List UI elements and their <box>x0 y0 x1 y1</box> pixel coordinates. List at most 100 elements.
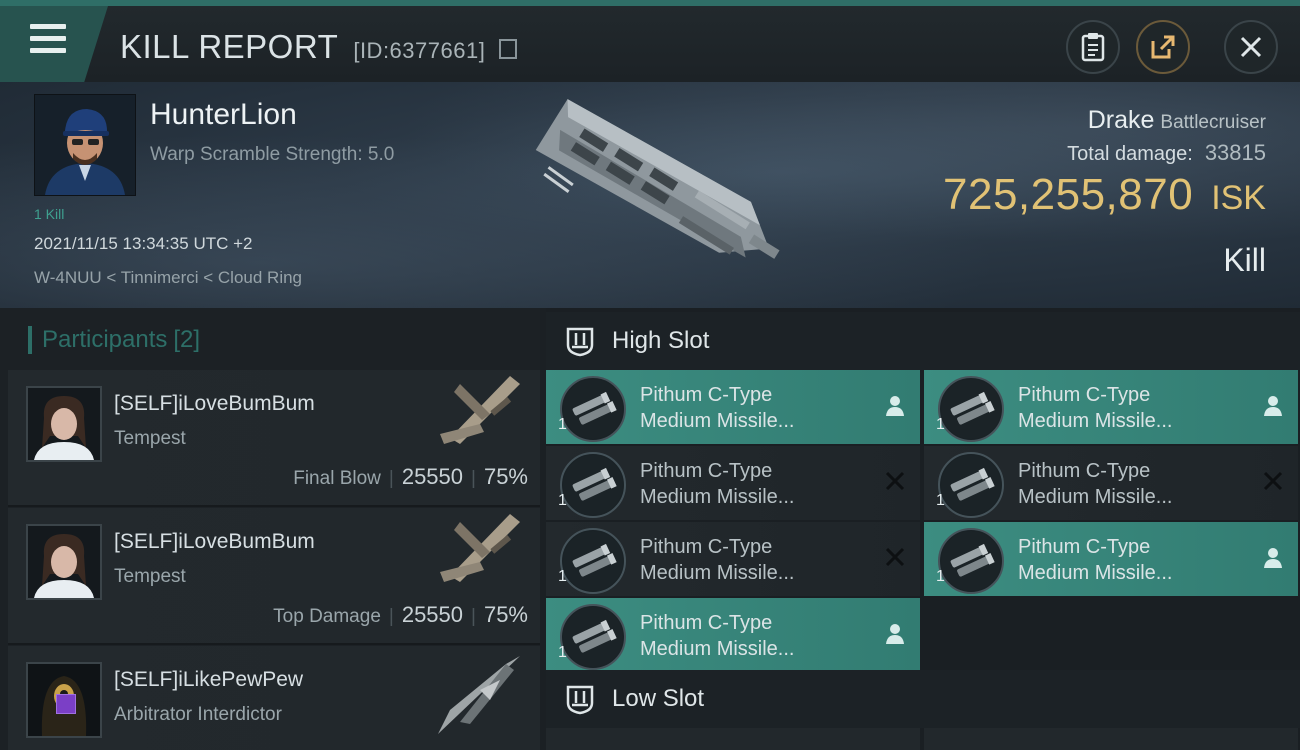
module-name-line2: Medium Missile... <box>640 562 795 584</box>
kill-tag: 1 Kill <box>34 206 65 222</box>
participant-role: Final Blow <box>293 468 381 489</box>
missile-launcher-icon <box>938 376 1004 442</box>
hamburger-icon[interactable] <box>30 24 66 54</box>
participant-percent: 75% <box>483 464 528 489</box>
title-text: KILL REPORT <box>120 28 338 65</box>
participant-row[interactable]: [SELF]iLoveBumBum Tempest Top Damage | 255… <box>8 508 540 645</box>
corp-badge <box>56 694 76 714</box>
close-button[interactable] <box>1224 20 1278 74</box>
copy-icon[interactable] <box>498 39 517 59</box>
missile-launcher-icon <box>560 604 626 670</box>
victim-subtitle: Warp Scramble Strength: 5.0 <box>150 144 395 165</box>
module-item[interactable]: 1 Pithum C-Type Medium Missile... <box>546 446 920 520</box>
participant-damage: 25550 <box>401 602 464 627</box>
module-item[interactable]: 1 Pithum C-Type Medium Missile... <box>924 370 1298 444</box>
module-quantity: 1 <box>558 568 567 585</box>
dropped-person-icon <box>1262 546 1284 568</box>
module-item[interactable]: 1 Pithum C-Type Medium Missile... <box>546 370 920 444</box>
total-damage: Total damage: 33815 <box>1067 140 1266 166</box>
participant-stats: Final Blow | 25550 | 75% <box>293 464 528 489</box>
module-quantity: 1 <box>558 492 567 509</box>
share-button[interactable] <box>1136 20 1190 74</box>
ship-name: Drake <box>1087 106 1155 134</box>
participants-label: Participants <box>42 326 168 353</box>
missile-launcher-icon <box>560 376 626 442</box>
participant-ship-image <box>440 376 520 444</box>
kill-datetime: 2021/11/15 13:34:35 UTC +2 <box>34 234 253 253</box>
module-quantity: 1 <box>558 644 567 661</box>
victim-hero: HunterLion Warp Scramble Strength: 5.0 1… <box>0 82 1300 308</box>
fitting-panel: High Slot 1 Pithum C-Type Medium Missile..… <box>546 308 1300 750</box>
participant-name: [SELF]iLoveBumBum <box>114 530 315 553</box>
module-quantity: 1 <box>558 416 567 433</box>
participant-name: [SELF]iLoveBumBum <box>114 392 315 415</box>
module-item[interactable]: 1 Pithum C-Type Medium Missile... <box>924 446 1298 520</box>
avatar[interactable] <box>26 386 102 462</box>
victim-portrait[interactable] <box>34 94 136 196</box>
clipboard-icon <box>1081 33 1105 62</box>
dropped-person-icon <box>884 394 906 416</box>
participant-percent: 75% <box>483 602 528 627</box>
ship-class: Battlecruiser <box>1160 112 1266 133</box>
participant-ship-image <box>440 514 520 582</box>
module-name-line1: Pithum C-Type <box>640 384 773 406</box>
module-item[interactable]: 1 Pithum C-Type Medium Missile... <box>924 522 1298 596</box>
participant-damage: 25550 <box>401 464 464 489</box>
module-name: Pithum C-Type Medium Missile... <box>640 458 794 510</box>
participant-name: [SELF]iLikePewPew <box>114 668 304 691</box>
module-name: Pithum C-Type Medium Missile... <box>1018 382 1172 434</box>
low-slot-header: Low Slot <box>546 670 1300 728</box>
kill-result: Kill <box>1223 242 1266 278</box>
destroyed-x-icon <box>884 546 906 568</box>
module-name-line1: Pithum C-Type <box>640 536 773 558</box>
module-name-line2: Medium Missile... <box>1018 410 1173 432</box>
module-name-line1: Pithum C-Type <box>1018 536 1151 558</box>
menu-button[interactable] <box>0 6 108 82</box>
victim-name: HunterLion <box>150 98 297 131</box>
kill-id: [ID:6377661] <box>353 38 486 63</box>
total-damage-label: Total damage: <box>1067 143 1193 165</box>
module-name: Pithum C-Type Medium Missile... <box>640 534 794 586</box>
module-item[interactable]: 1 Pithum C-Type Medium Missile... <box>546 522 920 596</box>
participant-row[interactable]: [SELF]iLoveBumBum Tempest Final Blow | 255… <box>8 370 540 507</box>
missile-launcher-icon <box>560 528 626 594</box>
high-slot-label: High Slot <box>612 327 710 354</box>
page-title: KILL REPORT [ID:6377661] <box>120 28 517 66</box>
avatar[interactable] <box>26 524 102 600</box>
module-name-line1: Pithum C-Type <box>640 460 773 482</box>
module-name-line2: Medium Missile... <box>640 486 795 508</box>
low-slot-icon <box>566 685 594 715</box>
participant-stats: Top Damage | 25550 | 75% <box>273 602 528 627</box>
module-quantity: 1 <box>936 492 945 509</box>
module-name: Pithum C-Type Medium Missile... <box>1018 458 1172 510</box>
pilot-portrait-image <box>35 95 135 195</box>
module-name-line1: Pithum C-Type <box>1018 460 1151 482</box>
missile-launcher-icon <box>938 452 1004 518</box>
module-quantity: 1 <box>936 568 945 585</box>
participant-ship: Tempest <box>114 428 186 449</box>
victim-ship: Drake Battlecruiser <box>1088 106 1266 135</box>
missile-launcher-icon <box>560 452 626 518</box>
module-name-line2: Medium Missile... <box>1018 486 1173 508</box>
module-name-line2: Medium Missile... <box>640 410 795 432</box>
kill-location: W-4NUU < Tinnimerci < Cloud Ring <box>34 268 302 287</box>
participant-ship: Arbitrator Interdictor <box>114 704 282 725</box>
close-icon <box>1240 36 1262 58</box>
victim-ship-image <box>535 99 780 259</box>
participants-panel: Participants [2] [SELF]iLoveBumBum Tempes… <box>0 308 540 750</box>
participant-role: Top Damage <box>273 606 381 627</box>
participants-count: [2] <box>173 326 201 353</box>
low-slot-label: Low Slot <box>612 685 705 712</box>
total-damage-value: 33815 <box>1204 140 1266 165</box>
share-icon <box>1151 35 1175 59</box>
module-name: Pithum C-Type Medium Missile... <box>1018 534 1172 586</box>
dropped-person-icon <box>1262 394 1284 416</box>
module-item[interactable]: 1 Pithum C-Type Medium Missile... <box>546 598 920 672</box>
module-name: Pithum C-Type Medium Missile... <box>640 610 794 662</box>
dropped-person-icon <box>884 622 906 644</box>
participant-ship-image <box>438 656 520 734</box>
clipboard-button[interactable] <box>1066 20 1120 74</box>
module-name-line2: Medium Missile... <box>640 638 795 660</box>
participant-row[interactable]: [SELF]iLikePewPew Arbitrator Interdictor <box>8 646 540 750</box>
participant-ship: Tempest <box>114 566 186 587</box>
